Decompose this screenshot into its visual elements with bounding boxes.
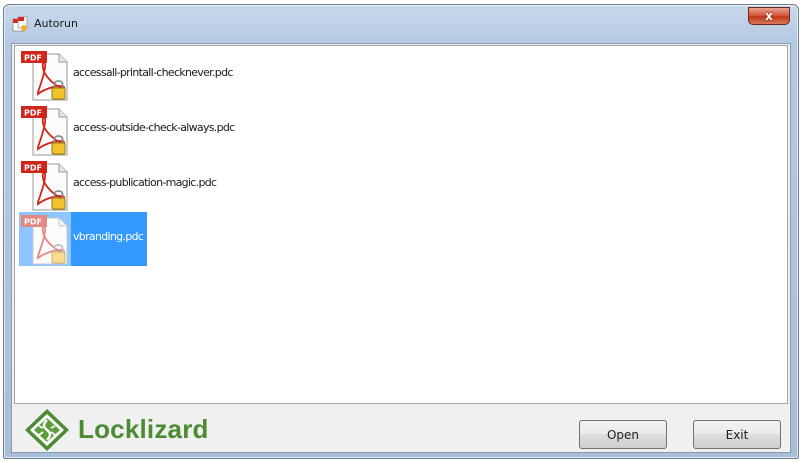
file-name: access-publication-magic.pdc [73, 176, 217, 189]
svg-text:PDF: PDF [24, 164, 42, 173]
pdf-file-lock-icon: PDF [21, 161, 68, 211]
svg-text:PDF: PDF [24, 54, 42, 63]
pdf-file-lock-icon: PDF [19, 212, 71, 266]
file-name: accessall-printall-checknever.pdc [73, 66, 233, 79]
open-button[interactable]: Open [579, 420, 667, 449]
pdf-file-lock-icon: PDF [21, 106, 68, 156]
file-list[interactable]: PDF accessall-printall-checknever.pdc PD… [14, 45, 788, 404]
file-item[interactable]: PDF access-outside-check-always.pdc [19, 103, 439, 157]
pdf-file-lock-icon: PDF [21, 51, 68, 101]
svg-text:PDF: PDF [24, 109, 42, 118]
title-bar[interactable]: Autorun x [4, 5, 798, 43]
window-title: Autorun [34, 17, 79, 30]
file-item-selected[interactable]: PDF vbranding.pdc [19, 212, 439, 266]
locklizard-logo-text: Locklizard [78, 414, 209, 444]
file-item[interactable]: PDF accessall-printall-checknever.pdc [19, 48, 439, 102]
footer-bar: Locklizard Open Exit [12, 404, 790, 452]
autorun-window: Autorun x PDF accessall-printall-checkne… [3, 4, 799, 459]
exit-button[interactable]: Exit [693, 420, 781, 449]
file-name: access-outside-check-always.pdc [73, 121, 235, 134]
app-icon [12, 16, 28, 32]
file-name: vbranding.pdc [71, 212, 148, 266]
client-area: PDF accessall-printall-checknever.pdc PD… [11, 43, 791, 453]
close-icon: x [765, 9, 773, 23]
close-button[interactable]: x [748, 7, 790, 25]
file-item[interactable]: PDF access-publication-magic.pdc [19, 158, 439, 212]
locklizard-logo-icon [25, 409, 69, 451]
svg-text:PDF: PDF [24, 218, 42, 227]
